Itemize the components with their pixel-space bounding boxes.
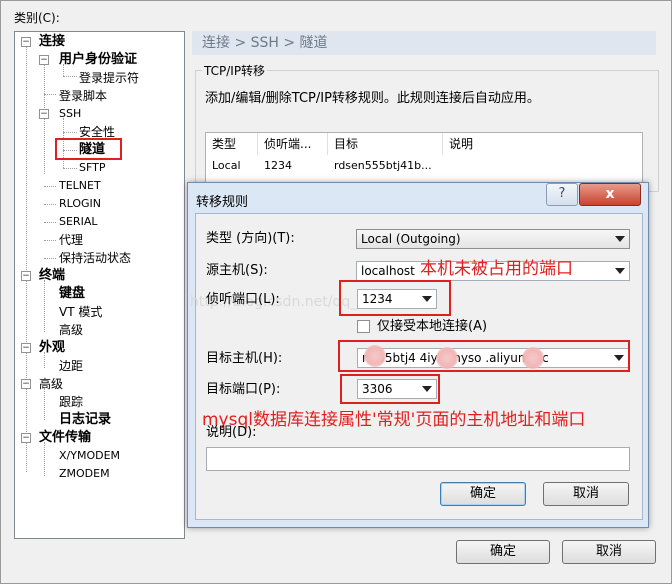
tree-connector [63, 168, 77, 169]
target-port-label: 目标端口(P): [206, 382, 281, 397]
help-icon[interactable]: ? [546, 183, 578, 206]
tree-connector [63, 132, 77, 133]
collapse-icon[interactable]: − [21, 343, 31, 353]
chevron-down-icon [615, 236, 625, 242]
outer-cancel-button[interactable]: 取消 [562, 540, 656, 564]
collapse-icon[interactable]: − [39, 55, 49, 65]
tree-item-proxy[interactable]: 代理 [59, 231, 83, 249]
listen-port-highlight-box [339, 280, 451, 316]
tree-item-login-script[interactable]: 登录脚本 [59, 87, 107, 105]
breadcrumb: 连接 > SSH > 隧道 [192, 31, 656, 55]
tree-item-vt-mode[interactable]: VT 模式 [59, 303, 102, 321]
tree-connector [26, 46, 27, 472]
description-label: 说明(D): [206, 425, 257, 440]
tree-item-telnet[interactable]: TELNET [59, 177, 101, 195]
tree-item-ssh[interactable]: SSH [59, 105, 81, 123]
dialog-cancel-button[interactable]: 取消 [543, 482, 629, 506]
tree-connector [44, 222, 56, 223]
table-cell-type[interactable]: Local [206, 157, 241, 175]
group-title: TCP/IP转移 [202, 62, 268, 79]
dialog-title: 转移规则 [196, 195, 249, 210]
type-label: 类型 (方向)(T): [206, 231, 295, 246]
tree-item-advanced[interactable]: 高级 [39, 375, 63, 393]
tree-item-sftp[interactable]: SFTP [79, 159, 105, 177]
tree-item-zmodem[interactable]: ZMODEM [59, 465, 110, 483]
tree-item-logging[interactable]: 日志记录 [59, 411, 111, 429]
target-port-highlight-box [340, 374, 440, 404]
category-label: 类别(C): [14, 11, 60, 25]
column-header-description[interactable]: 说明 [443, 133, 640, 155]
collapse-icon[interactable]: − [21, 379, 31, 389]
tunnel-highlight-box [55, 138, 122, 160]
collapse-icon[interactable]: − [21, 433, 31, 443]
tree-item-appearance[interactable]: 外观 [39, 339, 65, 357]
type-select[interactable]: Local (Outgoing) [356, 229, 630, 249]
annotation-mysql-note: mysql数据库连接属性'常规'页面的主机地址和端口 [202, 410, 586, 430]
collapse-icon[interactable]: − [21, 271, 31, 281]
outer-ok-button[interactable]: 确定 [456, 540, 550, 564]
tree-connector [44, 64, 45, 174]
target-host-label: 目标主机(H): [206, 351, 283, 366]
tree-item-file-transfer[interactable]: 文件传输 [39, 429, 91, 447]
target-host-highlight-box [338, 340, 630, 372]
table-cell-listen-port[interactable]: 1234 [258, 157, 292, 175]
table-cell-target[interactable]: rdsen555btj41b... [328, 157, 432, 175]
tree-item-connection[interactable]: 连接 [39, 33, 65, 51]
tree-item-keyboard[interactable]: 键盘 [59, 285, 85, 303]
tree-item-advanced-terminal[interactable]: 高级 [59, 321, 83, 339]
source-host-value: localhost [361, 264, 415, 278]
tree-item-serial[interactable]: SERIAL [59, 213, 97, 231]
chevron-down-icon [615, 268, 625, 274]
annotation-unused-port: 本机未被占用的端口 [420, 259, 573, 279]
tree-connector [44, 186, 56, 187]
tree-connector [44, 240, 56, 241]
tree-item-login-prompt[interactable]: 登录提示符 [79, 69, 139, 87]
tree-item-trace[interactable]: 跟踪 [59, 393, 83, 411]
tree-item-terminal[interactable]: 终端 [39, 267, 65, 285]
description-input[interactable] [206, 447, 630, 471]
local-only-label[interactable]: 仅接受本地连接(A) [377, 319, 487, 335]
type-select-value: Local (Outgoing) [361, 232, 461, 246]
tree-item-auth[interactable]: 用户身份验证 [59, 51, 137, 69]
collapse-icon[interactable]: − [39, 109, 49, 119]
tree-item-xymodem[interactable]: X/YMODEM [59, 447, 120, 465]
column-header-listen-port[interactable]: 侦听端... [258, 133, 328, 155]
group-description: 添加/编辑/删除TCP/IP转移规则。此规则连接后自动应用。 [205, 91, 540, 106]
tree-connector [44, 94, 56, 95]
tree-connector [44, 442, 45, 476]
tree-connector [44, 280, 45, 332]
category-tree[interactable]: − 连接 − 用户身份验证 登录提示符 登录脚本 − SSH 安全性 隧道 SF… [14, 31, 185, 539]
tree-connector [44, 204, 56, 205]
local-only-checkbox[interactable] [357, 320, 370, 333]
tree-connector [63, 76, 77, 77]
tree-item-keepalive[interactable]: 保持活动状态 [59, 249, 131, 267]
source-host-label: 源主机(S): [206, 263, 268, 278]
collapse-icon[interactable]: − [21, 37, 31, 47]
tree-connector [44, 258, 56, 259]
column-header-type[interactable]: 类型 [206, 133, 258, 155]
dialog-ok-button[interactable]: 确定 [440, 482, 526, 506]
tree-item-margin[interactable]: 边距 [59, 357, 83, 375]
listen-port-label: 侦听端口(L): [206, 292, 280, 307]
close-icon[interactable]: x [579, 183, 641, 206]
column-header-target[interactable]: 目标 [328, 133, 443, 155]
tree-item-rlogin[interactable]: RLOGIN [59, 195, 101, 213]
